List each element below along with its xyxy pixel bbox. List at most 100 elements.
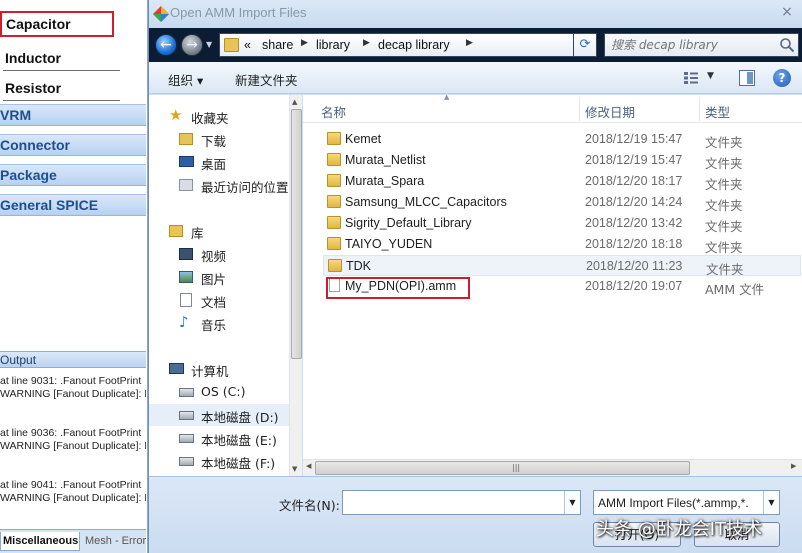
folder-icon — [327, 132, 341, 145]
filetype-select[interactable]: AMM Import Files(*.ammp,*. — [593, 490, 780, 515]
tab-miscellaneous[interactable]: Miscellaneous — [0, 532, 80, 551]
log-line: WARNING [Fanout Duplicate]: D — [0, 388, 146, 400]
address-bar[interactable]: « share ▶ library ▶ decap library ▶ ▼ — [219, 33, 597, 57]
file-row[interactable]: Murata_Spara 2018/12/20 18:17 文件夹 — [323, 171, 801, 192]
forward-button[interactable]: → — [181, 34, 203, 56]
file-row[interactable]: Samsung_MLCC_Capacitors 2018/12/20 14:24 文… — [323, 192, 801, 213]
star-icon: ★ — [169, 106, 183, 124]
folder-icon — [327, 174, 341, 187]
organize-button[interactable]: 组织 ▾ — [168, 70, 203, 89]
filename-dropdown-icon[interactable]: ▼ — [564, 491, 580, 514]
output-title-text: Output — [0, 353, 37, 367]
folder-icon — [327, 195, 341, 208]
file-type: AMM 文件 — [705, 282, 765, 297]
column-header-name[interactable]: 名称 — [321, 102, 346, 121]
breadcrumb-decap-library[interactable]: decap library — [378, 38, 450, 52]
view-options-icon[interactable] — [683, 71, 699, 85]
file-name: Murata_Spara — [345, 174, 425, 188]
nav-item-documents[interactable]: 文档 — [149, 289, 289, 311]
scroll-down-icon[interactable]: ▼ — [292, 465, 297, 473]
file-date: 2018/12/20 19:07 — [585, 279, 683, 293]
nav-label: 库 — [191, 226, 204, 241]
file-list-horizontal-scrollbar[interactable]: ◀ ||| ▶ — [303, 459, 802, 476]
nav-item-drive-d[interactable]: 本地磁盘 (D:) — [149, 404, 289, 426]
file-row[interactable]: Kemet 2018/12/19 15:47 文件夹 — [323, 129, 801, 150]
libraries-icon — [169, 225, 183, 237]
search-input[interactable] — [611, 37, 781, 53]
nav-item-music[interactable]: ♪ 音乐 — [149, 312, 289, 334]
dialog-titlebar[interactable]: Open AMM Import Files × — [149, 0, 802, 28]
filename-input[interactable] — [342, 490, 581, 515]
scrollbar-thumb[interactable] — [291, 109, 302, 359]
nav-item-downloads[interactable]: 下载 — [149, 128, 289, 150]
nav-label: 视频 — [201, 249, 227, 264]
library-item-capacitor[interactable]: Capacitor — [0, 11, 114, 37]
nav-item-computer[interactable]: 计算机 — [149, 358, 289, 380]
help-button[interactable]: ? — [773, 69, 791, 87]
nav-label: 最近访问的位置 — [201, 180, 289, 195]
breadcrumb-chevron-icon[interactable]: ▶ — [301, 38, 308, 48]
nav-item-drive-e[interactable]: 本地磁盘 (E:) — [149, 427, 289, 449]
close-button[interactable]: × — [779, 4, 795, 20]
group-label: Connector — [0, 137, 70, 153]
refresh-button[interactable]: ⟳ — [573, 33, 597, 57]
scroll-up-icon[interactable]: ▲ — [292, 98, 297, 106]
scroll-right-icon[interactable]: ▶ — [791, 462, 796, 470]
pictures-icon — [179, 271, 193, 283]
nav-item-favorites[interactable]: ★ 收藏夹 — [149, 105, 289, 127]
folder-icon — [327, 153, 341, 166]
group-vrm[interactable]: VRM — [0, 104, 146, 126]
breadcrumb-share[interactable]: share — [262, 38, 293, 52]
scrollbar-thumb[interactable]: ||| — [315, 461, 690, 475]
library-item-resistor[interactable]: Resistor — [0, 74, 146, 104]
downloads-folder-icon — [179, 133, 193, 145]
group-package[interactable]: Package — [0, 164, 146, 186]
breadcrumb-chevron-icon[interactable]: ▶ — [363, 38, 370, 48]
scroll-left-icon[interactable]: ◀ — [306, 462, 311, 470]
recent-places-icon — [179, 179, 193, 191]
bottom-tab-strip: Miscellaneous Mesh - Error — [0, 529, 146, 553]
open-file-dialog: Open AMM Import Files × ← → ▼ « share ▶ … — [148, 0, 802, 553]
nav-item-drive-f[interactable]: 本地磁盘 (F:) — [149, 450, 289, 472]
nav-item-desktop[interactable]: 桌面 — [149, 151, 289, 173]
library-item-inductor[interactable]: Inductor — [0, 44, 146, 74]
file-row[interactable]: TDK 2018/12/20 11:23 文件夹 — [323, 255, 801, 277]
nav-label: 音乐 — [201, 318, 227, 333]
history-dropdown-icon[interactable]: ▼ — [206, 40, 216, 50]
group-label: Package — [0, 167, 57, 183]
documents-icon — [180, 293, 192, 307]
search-box[interactable] — [604, 33, 799, 57]
nav-pane-scrollbar[interactable]: ▲ ▼ — [289, 95, 302, 476]
filename-label: 文件名(N): — [279, 498, 340, 513]
search-icon[interactable] — [779, 37, 795, 53]
file-type: 文件夹 — [705, 135, 743, 150]
nav-item-pictures[interactable]: 图片 — [149, 266, 289, 288]
file-type: 文件夹 — [705, 219, 743, 234]
nav-item-recent-places[interactable]: 最近访问的位置 — [149, 174, 289, 196]
preview-pane-button[interactable] — [739, 70, 755, 86]
view-dropdown-icon[interactable]: ▼ — [707, 71, 714, 81]
file-type: 文件夹 — [705, 156, 743, 171]
group-connector[interactable]: Connector — [0, 134, 146, 156]
back-button[interactable]: ← — [155, 34, 177, 56]
output-log[interactable]: at line 9031: .Fanout FootPrint WARNING … — [0, 369, 146, 529]
new-folder-button[interactable]: 新建文件夹 — [235, 70, 298, 89]
column-header-type[interactable]: 类型 — [705, 102, 730, 121]
file-row[interactable]: Sigrity_Default_Library 2018/12/20 13:42 文… — [323, 213, 801, 234]
filetype-dropdown-icon[interactable]: ▼ — [763, 491, 779, 514]
file-type: 文件夹 — [705, 198, 743, 213]
file-row[interactable]: Murata_Netlist 2018/12/19 15:47 文件夹 — [323, 150, 801, 171]
column-header-date[interactable]: 修改日期 — [585, 102, 635, 121]
breadcrumb-chevron-icon[interactable]: ▶ — [466, 38, 473, 48]
file-row[interactable]: TAIYO_YUDEN 2018/12/20 18:18 文件夹 — [323, 234, 801, 255]
nav-item-libraries[interactable]: 库 — [149, 220, 289, 242]
file-name: TDK — [346, 259, 371, 273]
group-general-spice[interactable]: General SPICE — [0, 194, 146, 216]
nav-label: 本地磁盘 (D:) — [201, 410, 279, 425]
tab-mesh-error[interactable]: Mesh - Error — [83, 532, 146, 551]
nav-label: 计算机 — [191, 364, 229, 379]
nav-item-drive-c[interactable]: OS (C:) — [149, 381, 289, 403]
nav-item-videos[interactable]: 视频 — [149, 243, 289, 265]
breadcrumb-overflow[interactable]: « — [244, 38, 251, 52]
breadcrumb-library[interactable]: library — [316, 38, 350, 52]
